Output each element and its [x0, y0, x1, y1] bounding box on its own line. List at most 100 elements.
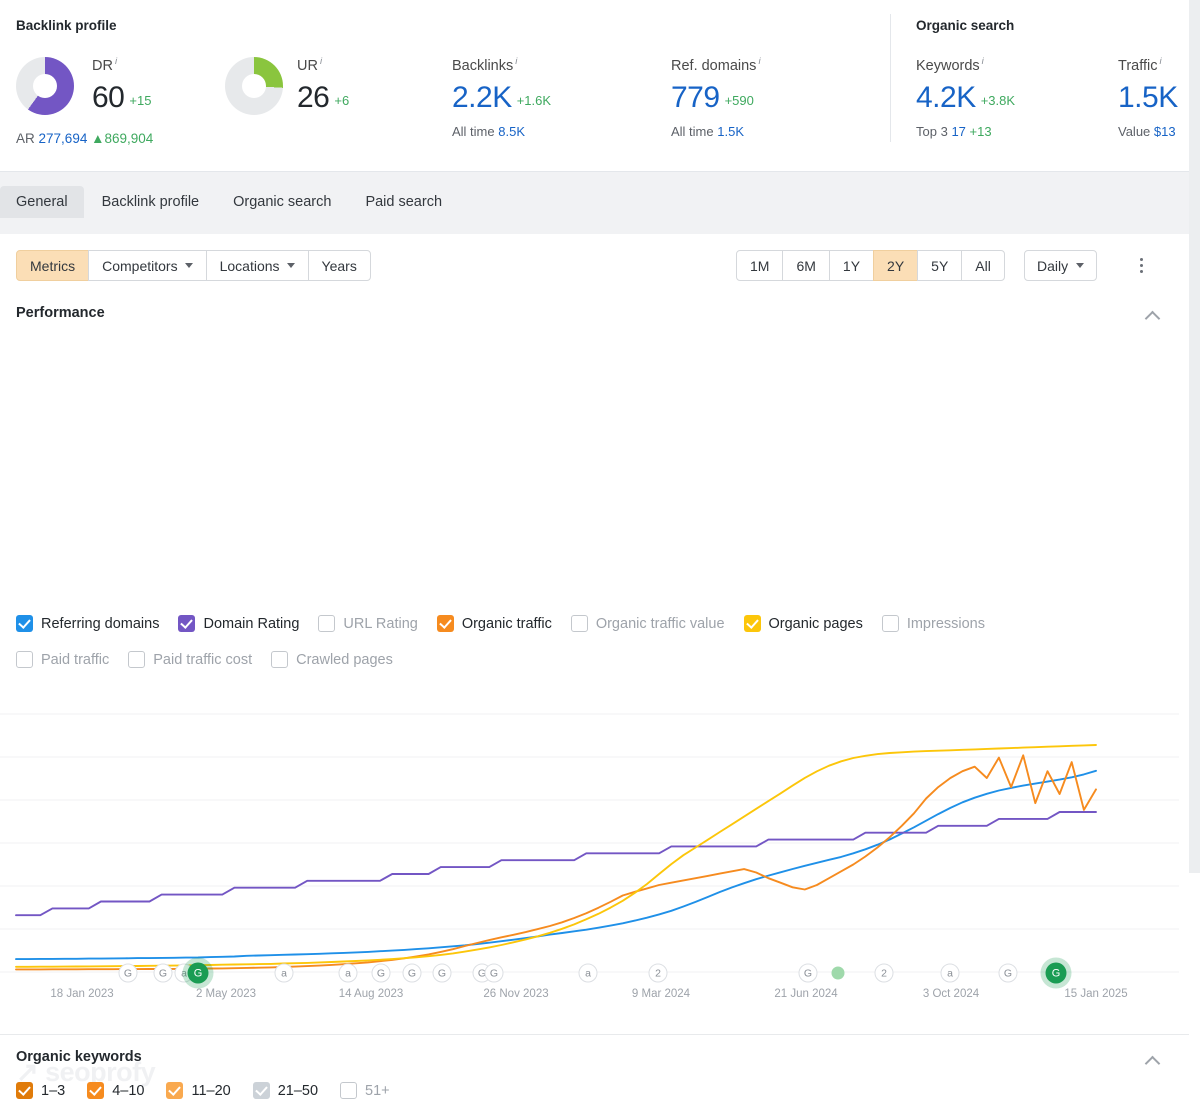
checkbox-icon[interactable]: [178, 615, 195, 632]
metric-toggle-referring-domains[interactable]: Referring domains: [16, 615, 159, 632]
main-panel: Metrics Competitors Locations Years 1M 6M 1Y2…: [0, 234, 1200, 336]
tab-paid-search[interactable]: Paid search: [349, 186, 458, 218]
tab-organic-search[interactable]: Organic search: [217, 186, 347, 218]
chevron-up-icon[interactable]: [1142, 1050, 1164, 1072]
x-axis-tick-label: 2 May 2023: [196, 988, 256, 1000]
checkbox-icon[interactable]: [87, 1082, 104, 1099]
filter-btn-label: Competitors: [102, 258, 177, 274]
keyword-bucket-4-10[interactable]: 4–10: [87, 1082, 144, 1099]
checkbox-icon[interactable]: [571, 615, 588, 632]
metric-toggle-organic-traffic-value[interactable]: Organic traffic value: [571, 615, 725, 632]
filter-btn-metrics[interactable]: Metrics: [16, 250, 89, 281]
info-icon[interactable]: i: [320, 56, 322, 67]
organic-search-group: Organic search: [916, 18, 1014, 33]
keywords-sub-value: 17: [951, 124, 965, 139]
metric-toggle-paid-traffic-cost[interactable]: Paid traffic cost: [128, 651, 252, 668]
metric-toggle-domain-rating[interactable]: Domain Rating: [178, 615, 299, 632]
chart-event-ahrefs-update[interactable]: a: [275, 964, 294, 983]
checkbox-icon[interactable]: [882, 615, 899, 632]
keyword-bucket-label: 51+: [365, 1083, 390, 1099]
checkbox-icon[interactable]: [166, 1082, 183, 1099]
chart-event-google-update[interactable]: G: [485, 964, 504, 983]
checkbox-icon[interactable]: [318, 615, 335, 632]
info-icon[interactable]: i: [115, 56, 117, 67]
chart-event-google-update[interactable]: G: [433, 964, 452, 983]
chart-event-google-update[interactable]: G: [999, 964, 1018, 983]
filter-btn-locations[interactable]: Locations: [206, 250, 309, 281]
metric-toggle-url-rating[interactable]: URL Rating: [318, 615, 417, 632]
range-btn-2y[interactable]: 2Y: [873, 250, 918, 281]
summary-divider: [890, 14, 891, 142]
checkbox-icon[interactable]: [128, 651, 145, 668]
chart-event-google-update[interactable]: G: [119, 964, 138, 983]
checkbox-icon[interactable]: [16, 615, 33, 632]
info-icon[interactable]: i: [515, 56, 517, 67]
chart-event-google-update[interactable]: G: [403, 964, 422, 983]
tab-backlink-profile[interactable]: Backlink profile: [86, 186, 216, 218]
chart-event-ahrefs-update[interactable]: a: [579, 964, 598, 983]
info-icon[interactable]: i: [982, 56, 984, 67]
checkbox-icon[interactable]: [340, 1082, 357, 1099]
filter-btn-label: Years: [322, 258, 357, 274]
range-btn-6m[interactable]: 6M: [782, 250, 829, 281]
more-options-button[interactable]: [1130, 250, 1152, 281]
ahrefs-rank-change: 869,904: [104, 131, 153, 146]
checkbox-icon[interactable]: [744, 615, 761, 632]
metric-toggle-impressions[interactable]: Impressions: [882, 615, 985, 632]
keywords-label: Keywords: [916, 58, 980, 74]
ref-domains-sub-value: 1.5K: [717, 124, 744, 139]
metric-toggle-paid-traffic[interactable]: Paid traffic: [16, 651, 109, 668]
performance-chart[interactable]: GGaGaaGGGGGa2G2aGG: [0, 696, 1189, 986]
chart-event-google-update[interactable]: G: [188, 963, 209, 984]
checkbox-icon[interactable]: [253, 1082, 270, 1099]
chart-event-google-update[interactable]: G: [1046, 963, 1067, 984]
metric-toggle-organic-pages[interactable]: Organic pages: [744, 615, 863, 632]
ref-domains-value: 779: [671, 81, 720, 114]
metric-toggle-crawled-pages[interactable]: Crawled pages: [271, 651, 393, 668]
granularity-dropdown[interactable]: Daily: [1024, 250, 1097, 281]
chart-event-numbered-event[interactable]: 2: [875, 964, 894, 983]
url-rating-delta: +6: [334, 93, 349, 108]
metric-toggle-organic-traffic[interactable]: Organic traffic: [437, 615, 552, 632]
keyword-bucket-21-50[interactable]: 21–50: [253, 1082, 318, 1099]
traffic-sub-label: Value: [1118, 124, 1150, 139]
range-btn-label: 1M: [750, 258, 769, 274]
keyword-bucket-1-3[interactable]: 1–3: [16, 1082, 65, 1099]
checkbox-icon[interactable]: [16, 651, 33, 668]
vertical-scrollbar[interactable]: [1189, 0, 1200, 873]
checkbox-icon[interactable]: [271, 651, 288, 668]
range-btn-label: 6M: [796, 258, 815, 274]
chart-event-ahrefs-update[interactable]: a: [339, 964, 358, 983]
keyword-bucket-row: 1–3 4–10 11–20 21–50 51+: [16, 1082, 412, 1099]
checkbox-icon[interactable]: [437, 615, 454, 632]
filter-btn-years[interactable]: Years: [308, 250, 371, 281]
series-line-domain-rating: [16, 812, 1096, 915]
filter-btn-competitors[interactable]: Competitors: [88, 250, 206, 281]
domain-rating-delta: +15: [129, 93, 151, 108]
range-btn-1m[interactable]: 1M: [736, 250, 783, 281]
chart-event-dot-marker[interactable]: [832, 967, 845, 980]
keywords-metric: Keywordsi 4.2K+3.8K Top 3 17 +13: [916, 56, 1015, 139]
chevron-up-icon[interactable]: [1142, 305, 1164, 327]
range-btn-1y[interactable]: 1Y: [829, 250, 874, 281]
range-btn-all[interactable]: All: [961, 250, 1005, 281]
chart-event-numbered-event[interactable]: 2: [649, 964, 668, 983]
chart-event-google-update[interactable]: G: [799, 964, 818, 983]
keyword-bucket-11-20[interactable]: 11–20: [166, 1082, 230, 1099]
keywords-sub-delta: +13: [970, 124, 992, 139]
range-btn-5y[interactable]: 5Y: [917, 250, 962, 281]
ahrefs-rank-label: AR: [16, 131, 35, 146]
url-rating-metric: URi 26+6: [297, 56, 349, 113]
tab-general[interactable]: General: [0, 186, 84, 218]
chart-event-google-update[interactable]: G: [372, 964, 391, 983]
metric-toggle-label: Organic traffic: [462, 616, 552, 632]
ref-domains-metric: Ref. domainsi 779+590 All time 1.5K: [671, 56, 761, 139]
checkbox-icon[interactable]: [16, 1082, 33, 1099]
chart-event-ahrefs-update[interactable]: a: [941, 964, 960, 983]
keyword-bucket-51-[interactable]: 51+: [340, 1082, 390, 1099]
organic-keywords-header: Organic keywords: [0, 1034, 1189, 1074]
info-icon[interactable]: i: [1159, 56, 1161, 67]
info-icon[interactable]: i: [758, 56, 760, 67]
metric-toggle-label: Organic pages: [769, 616, 863, 632]
chart-event-google-update[interactable]: G: [154, 964, 173, 983]
